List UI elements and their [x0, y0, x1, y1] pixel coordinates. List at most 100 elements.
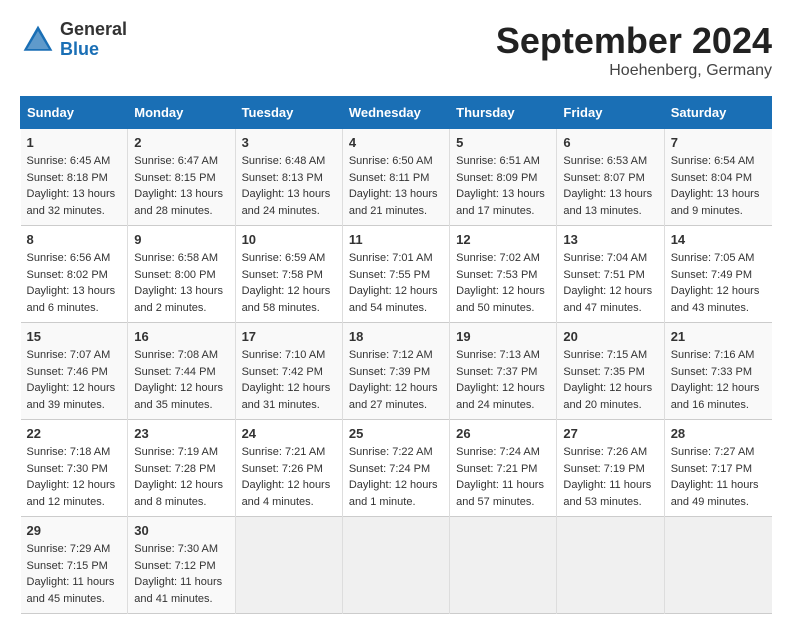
week-row-3: 15Sunrise: 7:07 AMSunset: 7:46 PMDayligh…	[21, 323, 772, 420]
cell-content: Sunrise: 6:45 AMSunset: 8:18 PMDaylight:…	[27, 153, 122, 219]
cell-content: Sunrise: 7:30 AMSunset: 7:12 PMDaylight:…	[134, 541, 228, 607]
cell-line: Sunset: 7:58 PM	[242, 267, 336, 284]
cell-line: Daylight: 12 hours	[27, 380, 122, 397]
cell-line: and 58 minutes.	[242, 300, 336, 317]
cell-line: Sunrise: 7:04 AM	[563, 250, 657, 267]
day-number: 11	[349, 232, 443, 247]
calendar-cell: 7Sunrise: 6:54 AMSunset: 8:04 PMDaylight…	[664, 129, 771, 226]
cell-line: Sunset: 7:17 PM	[671, 461, 766, 478]
day-number: 9	[134, 232, 228, 247]
cell-line: and 13 minutes.	[563, 203, 657, 220]
cell-content: Sunrise: 7:26 AMSunset: 7:19 PMDaylight:…	[563, 444, 657, 510]
cell-line: Daylight: 12 hours	[456, 283, 550, 300]
cell-content: Sunrise: 6:56 AMSunset: 8:02 PMDaylight:…	[27, 250, 122, 316]
day-number: 10	[242, 232, 336, 247]
cell-line: Sunset: 8:07 PM	[563, 170, 657, 187]
cell-line: and 41 minutes.	[134, 591, 228, 608]
calendar-cell	[450, 517, 557, 614]
day-number: 6	[563, 135, 657, 150]
cell-content: Sunrise: 7:29 AMSunset: 7:15 PMDaylight:…	[27, 541, 122, 607]
cell-content: Sunrise: 7:18 AMSunset: 7:30 PMDaylight:…	[27, 444, 122, 510]
cell-line: Sunrise: 6:45 AM	[27, 153, 122, 170]
cell-line: Sunset: 7:30 PM	[27, 461, 122, 478]
cell-line: Sunrise: 7:12 AM	[349, 347, 443, 364]
day-number: 3	[242, 135, 336, 150]
cell-line: Daylight: 12 hours	[671, 380, 766, 397]
cell-line: and 53 minutes.	[563, 494, 657, 511]
cell-line: Daylight: 13 hours	[563, 186, 657, 203]
cell-content: Sunrise: 7:16 AMSunset: 7:33 PMDaylight:…	[671, 347, 766, 413]
cell-line: Sunset: 7:15 PM	[27, 558, 122, 575]
cell-line: Daylight: 13 hours	[27, 186, 122, 203]
cell-line: Sunset: 7:35 PM	[563, 364, 657, 381]
cell-line: and 50 minutes.	[456, 300, 550, 317]
cell-content: Sunrise: 6:50 AMSunset: 8:11 PMDaylight:…	[349, 153, 443, 219]
cell-line: and 49 minutes.	[671, 494, 766, 511]
cell-line: and 17 minutes.	[456, 203, 550, 220]
cell-line: Sunrise: 7:21 AM	[242, 444, 336, 461]
day-number: 2	[134, 135, 228, 150]
cell-line: Sunrise: 7:02 AM	[456, 250, 550, 267]
calendar-cell: 26Sunrise: 7:24 AMSunset: 7:21 PMDayligh…	[450, 420, 557, 517]
cell-line: Daylight: 12 hours	[27, 477, 122, 494]
cell-line: Sunset: 8:02 PM	[27, 267, 122, 284]
calendar-cell: 21Sunrise: 7:16 AMSunset: 7:33 PMDayligh…	[664, 323, 771, 420]
week-row-1: 1 Sunrise: 6:45 AMSunset: 8:18 PMDaylight…	[21, 129, 772, 226]
cell-content: Sunrise: 6:47 AMSunset: 8:15 PMDaylight:…	[134, 153, 228, 219]
cell-line: Sunrise: 7:16 AM	[671, 347, 766, 364]
cell-line: Sunset: 8:04 PM	[671, 170, 766, 187]
header-tuesday: Tuesday	[235, 97, 342, 129]
cell-content: Sunrise: 7:08 AMSunset: 7:44 PMDaylight:…	[134, 347, 228, 413]
day-number: 15	[27, 329, 122, 344]
cell-line: Sunrise: 7:01 AM	[349, 250, 443, 267]
cell-line: Sunrise: 7:15 AM	[563, 347, 657, 364]
cell-line: and 45 minutes.	[27, 591, 122, 608]
calendar-cell: 29 Sunrise: 7:29 AMSunset: 7:15 PMDayligh…	[21, 517, 128, 614]
day-number: 4	[349, 135, 443, 150]
cell-line: and 4 minutes.	[242, 494, 336, 511]
cell-line: Sunset: 8:13 PM	[242, 170, 336, 187]
cell-line: Sunrise: 6:59 AM	[242, 250, 336, 267]
cell-line: and 8 minutes.	[134, 494, 228, 511]
location: Hoehenberg, Germany	[496, 62, 772, 80]
calendar-cell: 28Sunrise: 7:27 AMSunset: 7:17 PMDayligh…	[664, 420, 771, 517]
cell-content: Sunrise: 7:10 AMSunset: 7:42 PMDaylight:…	[242, 347, 336, 413]
day-number: 26	[456, 426, 550, 441]
calendar-cell	[664, 517, 771, 614]
calendar-cell	[342, 517, 449, 614]
cell-line: Sunrise: 7:08 AM	[134, 347, 228, 364]
cell-line: Sunrise: 6:58 AM	[134, 250, 228, 267]
day-number: 12	[456, 232, 550, 247]
cell-line: Sunset: 7:19 PM	[563, 461, 657, 478]
cell-line: Daylight: 13 hours	[671, 186, 766, 203]
cell-content: Sunrise: 7:13 AMSunset: 7:37 PMDaylight:…	[456, 347, 550, 413]
cell-line: Sunset: 7:12 PM	[134, 558, 228, 575]
calendar-header-row: SundayMondayTuesdayWednesdayThursdayFrid…	[21, 97, 772, 129]
cell-line: Sunrise: 7:05 AM	[671, 250, 766, 267]
calendar-cell: 1 Sunrise: 6:45 AMSunset: 8:18 PMDaylight…	[21, 129, 128, 226]
calendar-cell: 10Sunrise: 6:59 AMSunset: 7:58 PMDayligh…	[235, 226, 342, 323]
cell-content: Sunrise: 7:22 AMSunset: 7:24 PMDaylight:…	[349, 444, 443, 510]
day-number: 29	[27, 523, 122, 538]
day-number: 14	[671, 232, 766, 247]
cell-line: Sunrise: 7:13 AM	[456, 347, 550, 364]
calendar-cell: 22Sunrise: 7:18 AMSunset: 7:30 PMDayligh…	[21, 420, 128, 517]
calendar-cell: 6 Sunrise: 6:53 AMSunset: 8:07 PMDaylight…	[557, 129, 664, 226]
day-number: 27	[563, 426, 657, 441]
week-row-2: 8Sunrise: 6:56 AMSunset: 8:02 PMDaylight…	[21, 226, 772, 323]
header-thursday: Thursday	[450, 97, 557, 129]
cell-line: and 32 minutes.	[27, 203, 122, 220]
cell-line: Daylight: 13 hours	[27, 283, 122, 300]
cell-line: Daylight: 12 hours	[134, 477, 228, 494]
cell-line: and 39 minutes.	[27, 397, 122, 414]
cell-line: and 35 minutes.	[134, 397, 228, 414]
calendar-cell: 12Sunrise: 7:02 AMSunset: 7:53 PMDayligh…	[450, 226, 557, 323]
cell-content: Sunrise: 7:05 AMSunset: 7:49 PMDaylight:…	[671, 250, 766, 316]
cell-line: and 9 minutes.	[671, 203, 766, 220]
calendar-cell: 24Sunrise: 7:21 AMSunset: 7:26 PMDayligh…	[235, 420, 342, 517]
day-number: 1	[27, 135, 122, 150]
cell-content: Sunrise: 6:51 AMSunset: 8:09 PMDaylight:…	[456, 153, 550, 219]
cell-line: Sunrise: 7:27 AM	[671, 444, 766, 461]
cell-content: Sunrise: 6:53 AMSunset: 8:07 PMDaylight:…	[563, 153, 657, 219]
cell-line: Daylight: 11 hours	[563, 477, 657, 494]
